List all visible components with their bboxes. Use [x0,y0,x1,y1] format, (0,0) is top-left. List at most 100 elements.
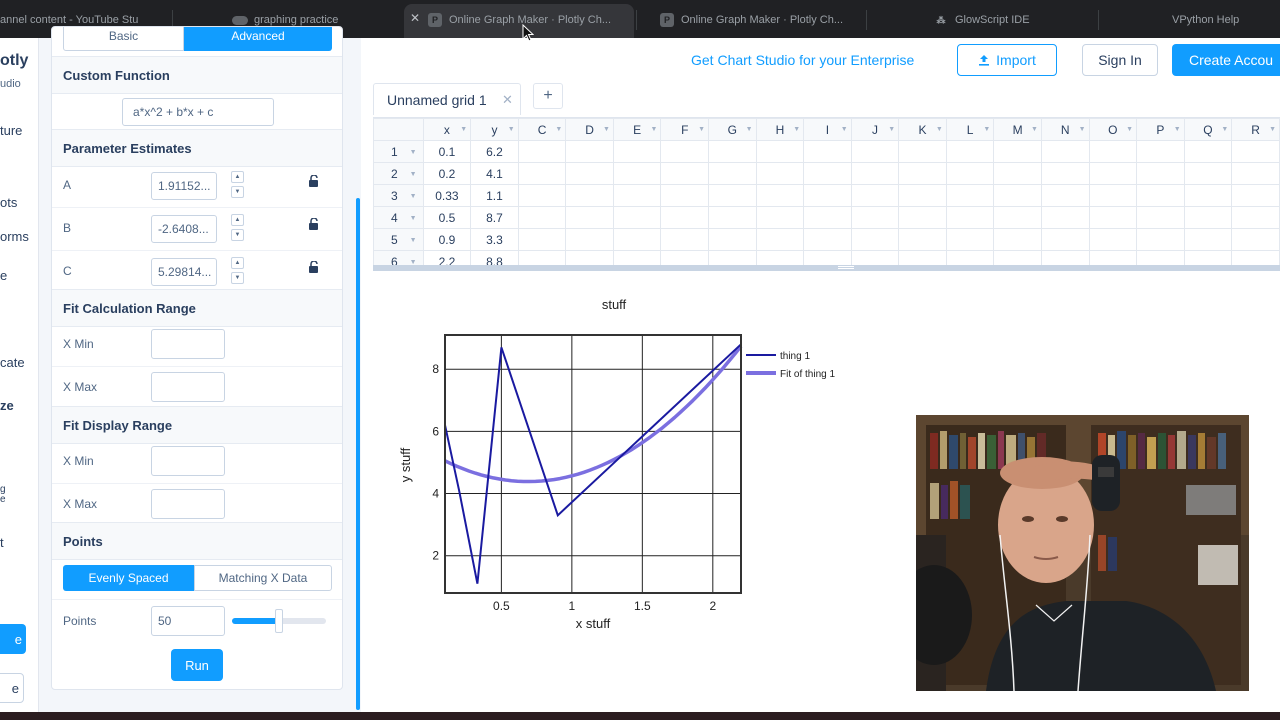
table-cell[interactable] [1231,228,1280,251]
points-slider-handle[interactable] [275,609,283,633]
browser-tab-plotly-2[interactable]: P Online Graph Maker · Plotly Ch... [660,6,860,34]
table-cell[interactable] [1088,140,1138,163]
table-cell[interactable] [612,206,662,229]
table-cell[interactable] [993,206,1042,229]
column-header[interactable]: y ▼ [470,118,519,141]
column-menu-icon[interactable]: ▼ [1174,126,1181,133]
column-menu-icon[interactable]: ▼ [603,126,610,133]
column-header[interactable]: C ▼ [517,118,567,141]
enterprise-link[interactable]: Get Chart Studio for your Enterprise [691,52,914,68]
display-xmax-input[interactable] [151,489,225,519]
table-cell[interactable] [708,206,757,229]
table-cell[interactable] [612,184,662,207]
table-cell[interactable] [803,162,852,185]
param-c-lock-icon[interactable] [308,261,320,273]
browser-tab-glowscript[interactable]: ⁂ GlowScript IDE [934,6,1084,34]
column-header[interactable]: E ▼ [612,118,662,141]
param-b-increment[interactable]: ▲ [231,214,244,226]
table-cell[interactable] [517,162,567,185]
table-cell[interactable] [803,140,852,163]
grid-resize-handle-icon[interactable] [838,266,854,269]
nav-item-plots[interactable]: ots [0,195,17,210]
column-menu-icon[interactable]: ▼ [1269,126,1276,133]
nav-primary-button[interactable]: e [0,624,26,654]
table-cell[interactable]: 0.1 [422,140,472,163]
table-cell[interactable] [517,228,567,251]
param-b-input[interactable]: -2.6408... [151,215,217,243]
table-cell[interactable] [850,140,900,163]
table-cell[interactable] [755,228,805,251]
add-grid-button[interactable]: + [533,83,563,109]
table-cell[interactable] [945,206,995,229]
grid-tab-close-icon[interactable]: ✕ [502,92,513,108]
table-cell[interactable]: 3.3 [470,228,519,251]
column-header[interactable]: I ▼ [803,118,852,141]
column-menu-icon[interactable]: ▼ [793,126,800,133]
column-menu-icon[interactable]: ▼ [841,126,848,133]
row-number[interactable]: 2 ▼ [373,162,424,185]
param-a-input[interactable]: 1.91152... [151,172,217,200]
grid-tab[interactable]: Unnamed grid 1 ✕ [373,83,521,115]
table-cell[interactable] [1040,140,1090,163]
nav-item-structure[interactable]: ture [0,123,22,138]
table-cell[interactable] [612,228,662,251]
table-cell[interactable] [660,228,710,251]
table-cell[interactable] [803,184,852,207]
column-header[interactable]: x ▼ [422,118,472,141]
column-menu-icon[interactable]: ▼ [460,126,467,133]
nav-item-e2[interactable]: e [0,494,6,505]
column-menu-icon[interactable]: ▼ [698,126,705,133]
table-cell[interactable] [1183,140,1233,163]
sidebar-scrollbar-thumb[interactable] [356,198,360,710]
table-cell[interactable] [945,228,995,251]
chart-legend[interactable]: thing 1 Fit of thing 1 [746,351,835,380]
row-menu-icon[interactable]: ▼ [410,149,417,156]
table-cell[interactable] [1040,162,1090,185]
column-header[interactable]: Q ▼ [1183,118,1233,141]
table-cell[interactable] [1183,162,1233,185]
plot-area[interactable]: stuff 0.5 1 1.5 2 2 4 6 8 x stuff y stuff thing… [390,285,860,645]
nav-item-e[interactable]: e [0,268,7,283]
table-cell[interactable]: 0.2 [422,162,472,185]
table-cell[interactable] [850,162,900,185]
column-header[interactable]: D ▼ [565,118,614,141]
table-cell[interactable] [898,228,947,251]
table-cell[interactable] [1231,184,1280,207]
table-cell[interactable] [612,140,662,163]
row-number[interactable]: 4 ▼ [373,206,424,229]
row-number[interactable]: 1 ▼ [373,140,424,163]
table-cell[interactable] [1088,162,1138,185]
column-header[interactable]: P ▼ [1136,118,1185,141]
table-cell[interactable] [1231,206,1280,229]
param-a-increment[interactable]: ▲ [231,171,244,183]
points-count-input[interactable]: 50 [151,606,225,636]
row-menu-icon[interactable]: ▼ [410,215,417,222]
table-cell[interactable] [517,140,567,163]
table-cell[interactable] [1088,184,1138,207]
table-cell[interactable] [565,162,614,185]
table-cell[interactable] [898,184,947,207]
grid-resize-bar[interactable] [373,265,1280,271]
table-cell[interactable] [565,206,614,229]
nav-secondary-button[interactable]: e [0,673,24,703]
column-menu-icon[interactable]: ▼ [651,126,658,133]
row-number[interactable]: 3 ▼ [373,184,424,207]
param-b-decrement[interactable]: ▼ [231,229,244,241]
table-cell[interactable] [660,206,710,229]
table-cell[interactable]: 0.5 [422,206,472,229]
table-cell[interactable] [1136,228,1185,251]
column-header[interactable]: O ▼ [1088,118,1138,141]
table-cell[interactable] [1183,184,1233,207]
table-cell[interactable] [1136,206,1185,229]
column-menu-icon[interactable]: ▼ [983,126,990,133]
column-header[interactable]: G ▼ [708,118,757,141]
table-cell[interactable] [1231,140,1280,163]
table-cell[interactable] [708,140,757,163]
run-button[interactable]: Run [171,649,223,681]
column-menu-icon[interactable]: ▼ [888,126,895,133]
calc-xmin-input[interactable] [151,329,225,359]
table-cell[interactable] [755,162,805,185]
table-cell[interactable] [993,140,1042,163]
table-cell[interactable] [1088,206,1138,229]
column-menu-icon[interactable]: ▼ [936,126,943,133]
